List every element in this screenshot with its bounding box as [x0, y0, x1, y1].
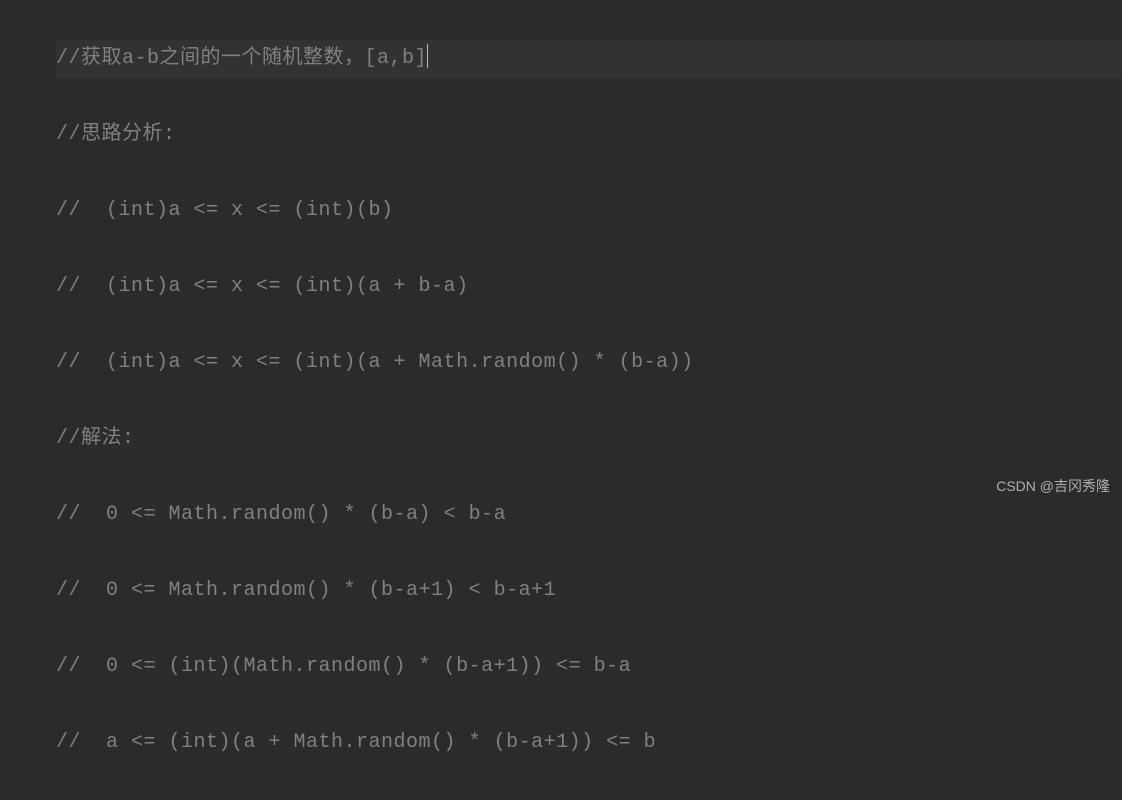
code-line: //获取a-b之间的一个随机整数，[a,b] [56, 40, 1122, 78]
text-cursor [427, 44, 428, 68]
code-block: //获取a-b之间的一个随机整数，[a,b] //思路分析: // (int)a… [0, 2, 1122, 800]
code-line: // 0 <= Math.random() * (b-a+1) < b-a+1 [56, 572, 1122, 610]
code-line: // 0 <= Math.random() * (b-a) < b-a [56, 496, 1122, 534]
comment-text: // a <= (int)(a + Math.random() * (b-a+1… [56, 731, 656, 754]
watermark-text: CSDN @吉冈秀隆 [996, 473, 1110, 500]
code-line: // (int)a <= x <= (int)(a + b-a) [56, 268, 1122, 306]
comment-text: // 0 <= Math.random() * (b-a) < b-a [56, 503, 506, 526]
code-line: // (int)a <= x <= (int)(a + Math.random(… [56, 344, 1122, 382]
code-line: // (int)a <= x <= (int)(b) [56, 192, 1122, 230]
code-line: //解法: [56, 420, 1122, 458]
comment-text: // (int)a <= x <= (int)(b) [56, 199, 394, 222]
code-line: //思路分析: [56, 116, 1122, 154]
comment-text: //获取a-b之间的一个随机整数，[a,b] [56, 47, 427, 70]
comment-text: //解法: [56, 427, 135, 450]
code-line: // a <= (int)(a + Math.random() * (b-a+1… [56, 724, 1122, 762]
comment-text: // 0 <= (int)(Math.random() * (b-a+1)) <… [56, 655, 631, 678]
comment-text: // (int)a <= x <= (int)(a + b-a) [56, 275, 469, 298]
comment-text: //思路分析: [56, 123, 176, 146]
comment-text: // (int)a <= x <= (int)(a + Math.random(… [56, 351, 694, 374]
comment-text: // 0 <= Math.random() * (b-a+1) < b-a+1 [56, 579, 556, 602]
code-line: // 0 <= (int)(Math.random() * (b-a+1)) <… [56, 648, 1122, 686]
